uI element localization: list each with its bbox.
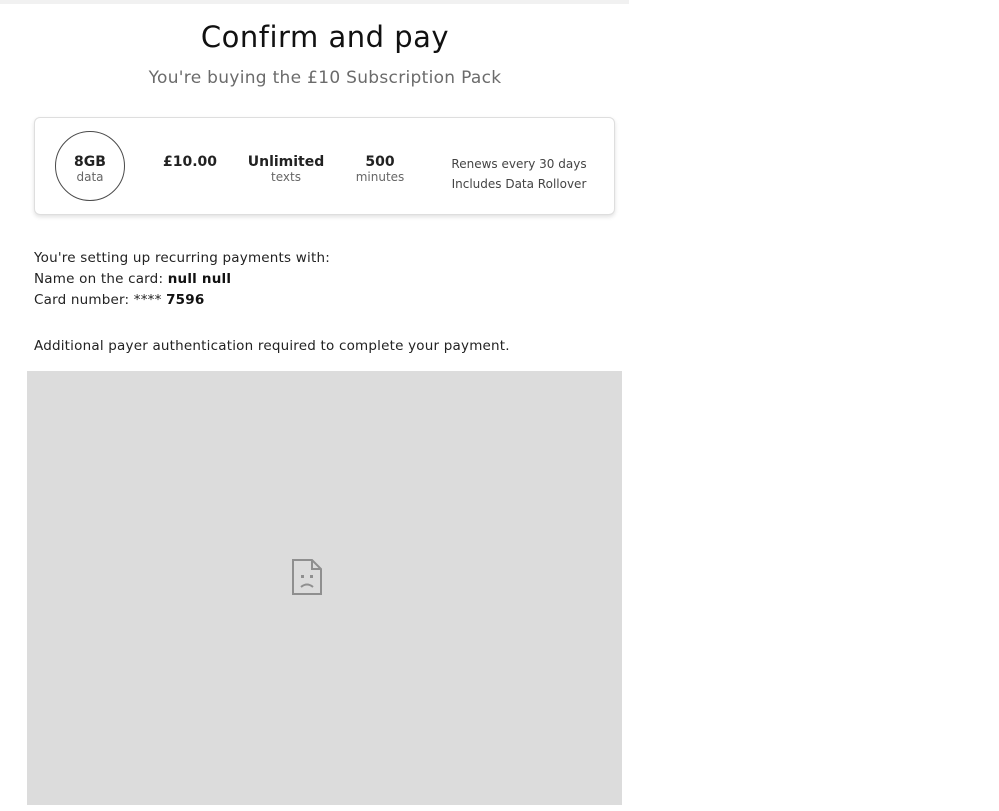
card-number-line: Card number: **** 7596 [34,290,330,311]
pack-price: £10.00 [155,154,225,170]
card-number-label: Card number: **** [34,292,167,308]
minutes-allowance-unit: minutes [355,170,405,184]
card-name-line: Name on the card: null null [34,269,330,290]
card-name-label: Name on the card: [34,271,168,287]
authentication-frame[interactable] [27,371,622,805]
texts-allowance-unit: texts [271,170,301,184]
payment-intro: You're setting up recurring payments wit… [34,250,330,266]
minutes-allowance-value: 500 [365,154,395,170]
page-title: Confirm and pay [200,20,450,54]
data-allowance-value: 8GB [74,154,106,170]
top-strip [0,0,629,4]
authentication-note: Additional payer authentication required… [34,338,510,354]
data-allowance-unit: data [76,170,104,184]
card-name-value: null null [167,271,232,287]
sad-document-icon [292,559,322,595]
texts-allowance-value: Unlimited [247,154,325,170]
minutes-allowance: 500 minutes [349,154,411,184]
page-subtitle: You're buying the £10 Subscription Pack [148,68,502,88]
subscription-pack-card: 8GB data £10.00 Unlimited texts 500 minu… [34,117,615,215]
texts-allowance: Unlimited texts [247,154,325,184]
rollover-text: Includes Data Rollover [451,177,587,191]
card-number-value: 7596 [166,292,205,308]
renewal-notes: Renews every 30 days Includes Data Rollo… [439,154,599,194]
pack-price-value: £10.00 [162,154,218,170]
renewal-text: Renews every 30 days [451,157,587,171]
data-allowance-circle: 8GB data [55,131,125,201]
payment-info: You're setting up recurring payments wit… [34,248,330,311]
